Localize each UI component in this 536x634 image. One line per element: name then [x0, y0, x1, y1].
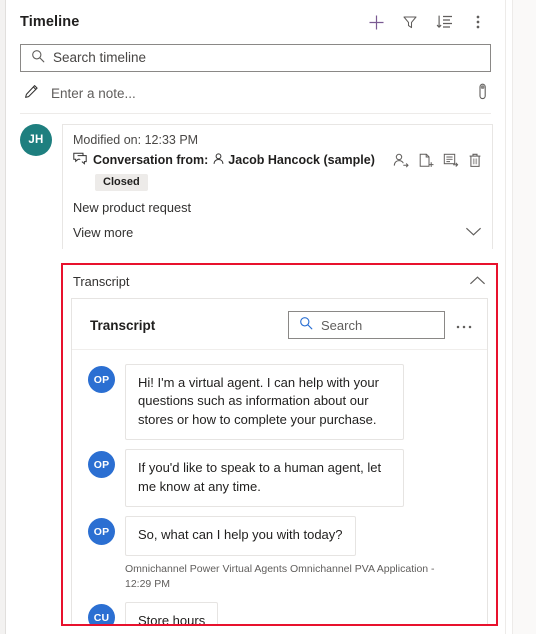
- more-commands-button[interactable]: [463, 7, 493, 37]
- search-icon: [299, 316, 313, 335]
- sort-descending-icon: [436, 14, 453, 30]
- avatar-initials: OP: [93, 373, 110, 386]
- message-bubble: If you'd like to speak to a human agent,…: [125, 449, 404, 508]
- timeline-activity-row: JH Modified on: 12:33 PM Conversation fr…: [6, 114, 505, 249]
- transcript-section-label: Transcript: [73, 274, 130, 289]
- add-icon: [368, 14, 385, 31]
- conversation-person-link[interactable]: Jacob Hancock (sample): [228, 153, 375, 167]
- avatar-initials: JH: [28, 134, 44, 146]
- assign-icon[interactable]: [393, 153, 409, 168]
- chevron-down-icon: [465, 225, 482, 240]
- list-item: OP So, what can I help you with today?: [88, 516, 471, 556]
- enter-note-row[interactable]: Enter a note...: [20, 82, 491, 114]
- conversation-from-label: Conversation from:: [93, 153, 209, 167]
- avatar: OP: [88, 366, 115, 393]
- search-timeline-input[interactable]: Search timeline: [20, 44, 491, 72]
- chat-bubbles-icon: [73, 152, 87, 168]
- list-item: OP Hi! I'm a virtual agent. I can help w…: [88, 364, 471, 441]
- filter-button[interactable]: [395, 7, 425, 37]
- more-options-icon: [456, 316, 472, 334]
- modified-on-text: Modified on: 12:33 PM: [73, 133, 199, 147]
- status-badge-row: Closed: [73, 168, 482, 191]
- view-more-label: View more: [73, 225, 134, 240]
- avatar-initials: CU: [93, 611, 110, 624]
- transcript-section-highlight: Transcript Transcript Search OP Hi! I'm …: [61, 263, 498, 626]
- list-item: CU Store hours: [88, 602, 471, 624]
- contact-icon: [213, 152, 224, 168]
- avatar-initials: OP: [93, 458, 110, 471]
- avatar: JH: [20, 124, 52, 156]
- panel-right-divider: [505, 0, 506, 634]
- message-bubble: Hi! I'm a virtual agent. I can help with…: [125, 364, 404, 441]
- transcript-section-header[interactable]: Transcript: [63, 265, 496, 298]
- message-metadata: Omnichannel Power Virtual Agents Omnicha…: [125, 562, 435, 590]
- view-more-button[interactable]: View more: [73, 215, 482, 249]
- add-timeline-record-button[interactable]: [361, 7, 391, 37]
- timeline-header: Timeline: [6, 0, 505, 44]
- add-to-queue-icon[interactable]: [443, 153, 459, 167]
- chevron-up-icon[interactable]: [469, 274, 486, 289]
- timeline-panel-screen: Timeline Search timeline Enter a note...…: [0, 0, 536, 634]
- sort-button[interactable]: [429, 7, 459, 37]
- avatar: OP: [88, 451, 115, 479]
- transcript-more-options-button[interactable]: [455, 314, 473, 336]
- convert-to-case-icon[interactable]: [418, 153, 434, 168]
- activity-card[interactable]: Modified on: 12:33 PM Conversation from:: [62, 124, 493, 249]
- activity-subject: New product request: [73, 200, 192, 215]
- avatar: CU: [88, 604, 115, 624]
- search-timeline-placeholder: Search timeline: [53, 50, 147, 66]
- search-timeline-row: Search timeline: [6, 44, 505, 72]
- list-item: OP If you'd like to speak to a human age…: [88, 449, 471, 508]
- message-bubble: So, what can I help you with today?: [125, 516, 356, 556]
- transcript-message-list[interactable]: OP Hi! I'm a virtual agent. I can help w…: [72, 350, 487, 624]
- transcript-search-placeholder: Search: [321, 317, 363, 333]
- timeline-header-actions: [361, 7, 493, 37]
- conversation-header-line: Conversation from: Jacob Hancock (sample…: [73, 152, 482, 168]
- message-bubble: Store hours: [125, 602, 219, 624]
- transcript-card-header: Transcript Search: [72, 299, 487, 350]
- search-icon: [31, 49, 45, 68]
- pencil-icon: [24, 84, 39, 104]
- delete-icon[interactable]: [468, 153, 482, 168]
- status-badge: Closed: [95, 174, 148, 191]
- transcript-card: Transcript Search OP Hi! I'm a virtual a…: [71, 298, 488, 624]
- avatar-initials: OP: [93, 525, 110, 538]
- page-title: Timeline: [20, 14, 80, 30]
- transcript-card-title: Transcript: [90, 317, 156, 333]
- transcript-search-input[interactable]: Search: [288, 311, 445, 339]
- paperclip-icon[interactable]: [476, 83, 491, 105]
- avatar: OP: [88, 518, 115, 546]
- note-placeholder: Enter a note...: [51, 86, 136, 101]
- workspace-background: [513, 0, 536, 634]
- activity-actions: [383, 153, 482, 168]
- filter-icon: [402, 14, 418, 30]
- more-options-icon: [476, 14, 480, 30]
